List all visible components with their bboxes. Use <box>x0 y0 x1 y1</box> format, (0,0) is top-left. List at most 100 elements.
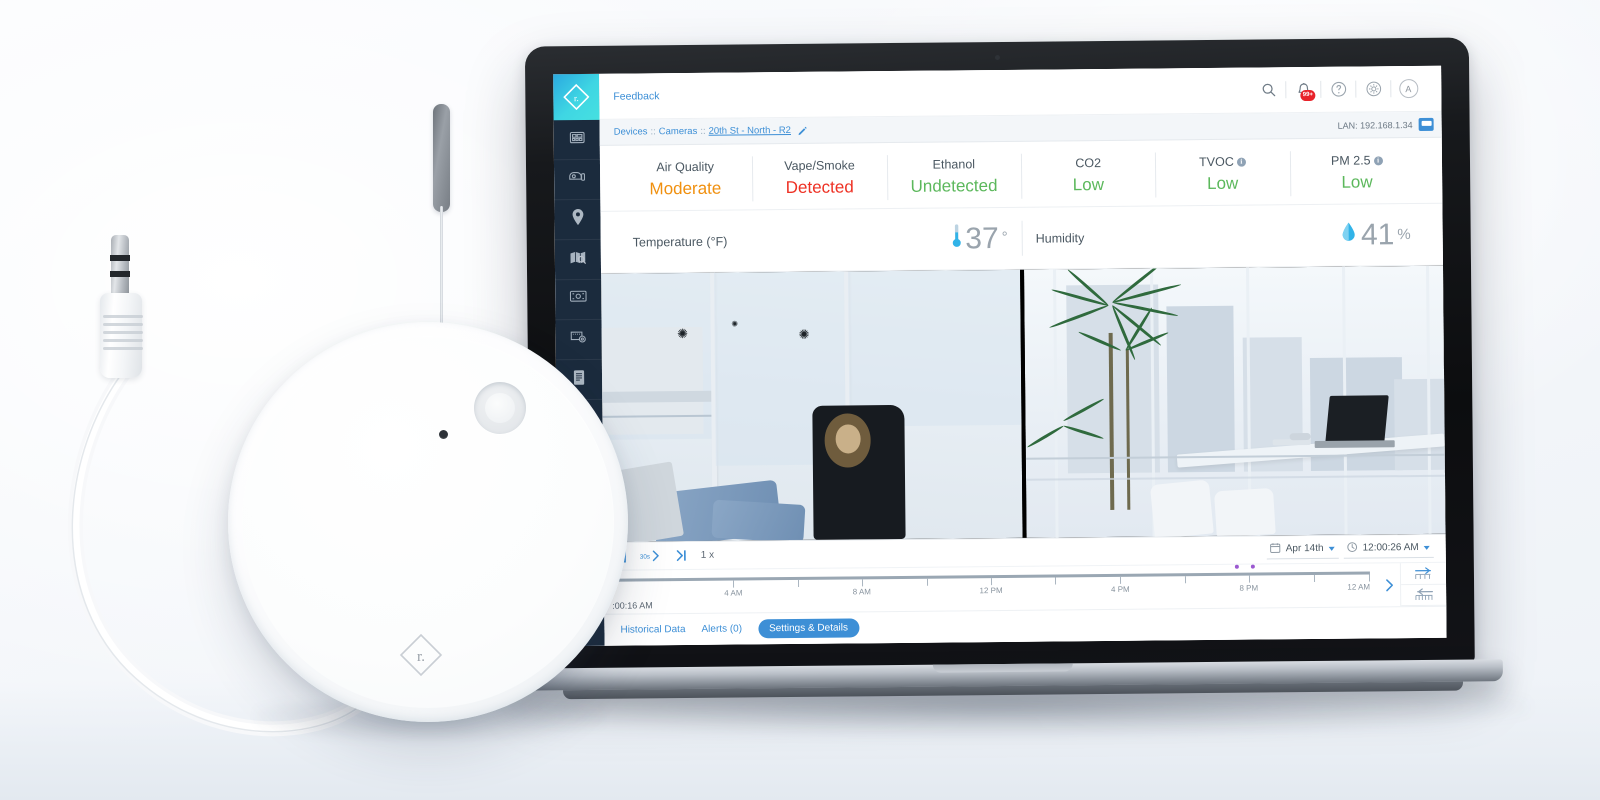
climate-temperature: Temperature (°F) 37 ° <box>618 208 1022 273</box>
climate-label: Temperature (°F) <box>632 234 728 250</box>
sensor-vape-smoke: Vape/Smoke Detected <box>752 149 887 207</box>
jack-housing <box>100 293 143 378</box>
tab-historical-data[interactable]: Historical Data <box>620 624 685 636</box>
timeline-zoom-in-icon[interactable] <box>1400 562 1447 585</box>
settings-gear-icon[interactable] <box>1356 72 1390 106</box>
sensor-label: PM 2.5 i <box>1330 153 1383 168</box>
rhombus-logo-icon: r. <box>563 83 590 111</box>
climate-value-group: 41 % <box>1340 218 1411 253</box>
bird-decal: ✺ <box>798 327 810 343</box>
environmental-sensor-puck: r. <box>228 322 628 722</box>
climate-humidity: Humidity 41 % <box>1021 204 1425 269</box>
tab-settings-details[interactable]: Settings & Details <box>757 618 860 639</box>
timeline-tick-label: 12 AM <box>1347 582 1371 592</box>
app-logo[interactable]: r. <box>553 73 600 121</box>
sensor-device-icon <box>570 329 588 350</box>
rhombus-console-app: r. Feedback 99+ A Devices:: Cameras:: … <box>553 65 1447 647</box>
avatar-initial: A <box>1398 78 1418 99</box>
sensor-label: CO2 <box>1075 156 1102 171</box>
map-pin-icon <box>570 208 585 231</box>
svg-text:r.: r. <box>574 93 579 103</box>
camera-feed-left[interactable]: ✺ ✺ ✺ <box>601 269 1027 542</box>
breadcrumb: Devices :: Cameras :: 20th St - North - … <box>614 125 808 138</box>
sensor-co2: CO2 Low <box>1021 147 1156 205</box>
breadcrumb-current[interactable]: 20th St - North - R2 <box>709 125 791 137</box>
timeline-tick-label: 4 AM <box>724 588 743 598</box>
timeline-tick-label: 4 PM <box>1110 584 1130 594</box>
puck-sensor-recess <box>474 382 526 434</box>
feedback-link[interactable]: Feedback <box>613 90 659 102</box>
climate-label: Humidity <box>1035 230 1085 246</box>
climate-row: Temperature (°F) 37 ° Humidity 41 % <box>600 203 1444 274</box>
timeline-tick-label: 8 AM <box>852 587 871 597</box>
sidebar-item-dashboard[interactable] <box>553 119 600 161</box>
sensor-readings-row: Air Quality Moderate Vape/Smoke Detected… <box>599 137 1443 212</box>
humidity-value: 41 <box>1360 217 1395 252</box>
camera-feed-right[interactable] <box>1024 265 1446 538</box>
skip-forward-30s-button[interactable]: 30s <box>640 549 662 562</box>
timeline-next-button[interactable] <box>1378 563 1400 606</box>
timeline-tick-label: 12 PM <box>979 585 1003 596</box>
laptop-lid: r. Feedback 99+ A Devices:: Cameras:: … <box>524 37 1475 672</box>
sensor-label: TVOC i <box>1199 155 1246 169</box>
thermometer-icon <box>950 221 962 257</box>
breadcrumb-section[interactable]: Cameras <box>659 126 698 137</box>
app-topbar: Feedback 99+ A <box>599 65 1442 120</box>
notification-bell-icon[interactable]: 99+ <box>1286 72 1320 106</box>
sensor-label: Vape/Smoke <box>784 158 855 174</box>
sensor-label: Air Quality <box>656 159 715 175</box>
sensor-probe-wire <box>440 206 443 326</box>
puck-brand-logo: r. <box>398 632 444 678</box>
breadcrumb-root[interactable]: Devices <box>614 126 648 137</box>
date-picker[interactable]: Apr 14th <box>1266 540 1339 559</box>
info-icon[interactable]: i <box>1373 155 1383 165</box>
user-avatar[interactable]: A <box>1391 71 1425 105</box>
timeline-scrubber: 4 AM 8 AM 12 PM 4 PM 8 PM 12 AM :00:16 A… <box>603 561 1447 614</box>
search-icon[interactable] <box>1251 73 1285 107</box>
timeline-event-marker[interactable] <box>1234 564 1239 569</box>
jack-band <box>110 271 130 277</box>
timeline-current-time: :00:16 AM <box>612 600 653 611</box>
jack-band <box>110 255 130 261</box>
playback-left-group: 30s 1 x <box>616 549 714 563</box>
video-wall-icon <box>569 289 587 310</box>
playback-right-group: Apr 14th 12:00:26 AM <box>1266 539 1434 559</box>
pencil-icon[interactable] <box>798 125 808 135</box>
timeline-zoom-out-icon[interactable] <box>1401 584 1447 607</box>
lan-info: LAN: 192.168.1.34 <box>1338 117 1434 132</box>
tab-alerts[interactable]: Alerts (0) <box>701 623 742 634</box>
sidebar-item-cameras[interactable] <box>553 159 601 201</box>
chevron-down-icon <box>1423 545 1430 550</box>
sensor-value: Low <box>1341 172 1373 192</box>
sensor-value: Low <box>1206 173 1239 194</box>
timeline-track[interactable]: 4 AM 8 AM 12 PM 4 PM 8 PM 12 AM :00:16 A… <box>604 563 1378 613</box>
jump-to-live-button[interactable] <box>675 549 688 562</box>
camera-feeds: ✺ ✺ ✺ <box>601 265 1446 542</box>
humidity-unit: % <box>1397 225 1411 243</box>
timeline-event-marker[interactable] <box>1250 564 1255 569</box>
calendar-icon <box>1270 542 1281 556</box>
climate-value-group: 37 ° <box>950 220 1008 257</box>
help-icon[interactable] <box>1321 72 1355 106</box>
sensor-value: Low <box>1072 174 1105 195</box>
sidebar-item-locations[interactable] <box>554 199 601 241</box>
sidebar-item-video-wall[interactable] <box>555 279 602 321</box>
sensor-value: Detected <box>785 177 854 198</box>
clock-icon <box>1346 541 1357 555</box>
timeline-tick-label: 8 PM <box>1239 583 1259 593</box>
app-main: Feedback 99+ A Devices:: Cameras:: 20t… <box>599 65 1447 646</box>
sensor-label-text: PM 2.5 <box>1330 153 1371 168</box>
bird-decal: ✺ <box>731 319 739 329</box>
chevron-down-icon <box>1328 546 1335 551</box>
time-picker[interactable]: 12:00:26 AM <box>1343 539 1434 559</box>
network-device-icon[interactable] <box>1418 117 1434 131</box>
playback-speed-selector[interactable]: 1 x <box>701 550 714 561</box>
time-value: 12:00:26 AM <box>1362 541 1419 554</box>
temperature-value: 37 <box>965 221 999 255</box>
temperature-unit: ° <box>1001 228 1008 246</box>
sidebar-item-floorplans[interactable] <box>554 239 602 281</box>
info-icon[interactable]: i <box>1236 157 1246 167</box>
sidebar-item-devices[interactable] <box>555 319 602 361</box>
svg-text:30s: 30s <box>640 554 650 561</box>
sensor-air-quality: Air Quality Moderate <box>618 150 753 208</box>
